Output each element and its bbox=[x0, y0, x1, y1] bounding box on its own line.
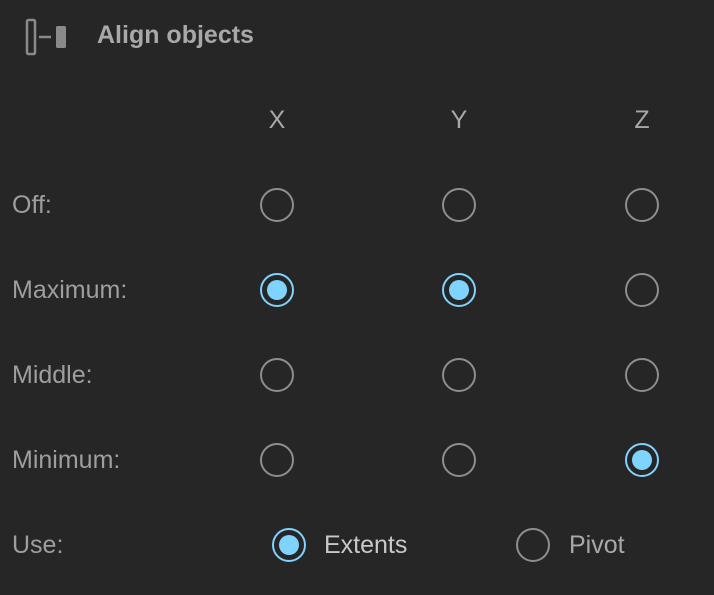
radio-minimum-z[interactable] bbox=[625, 443, 659, 477]
panel-header: Align objects bbox=[0, 0, 714, 72]
use-extents-label[interactable]: Extents bbox=[324, 529, 407, 561]
radio-use-extents[interactable] bbox=[272, 528, 306, 562]
column-header-x: X bbox=[268, 106, 286, 134]
radio-middle-y[interactable] bbox=[442, 358, 476, 392]
radio-minimum-y[interactable] bbox=[442, 443, 476, 477]
row-label-use: Use: bbox=[12, 531, 64, 559]
column-header-z: Z bbox=[634, 106, 650, 134]
column-header-y: Y bbox=[450, 106, 468, 134]
row-label-middle: Middle: bbox=[12, 361, 93, 389]
row-label-off: Off: bbox=[12, 191, 52, 219]
radio-off-z[interactable] bbox=[625, 188, 659, 222]
panel-title: Align objects bbox=[97, 21, 254, 49]
radio-middle-x[interactable] bbox=[260, 358, 294, 392]
radio-minimum-x[interactable] bbox=[260, 443, 294, 477]
use-pivot-label[interactable]: Pivot bbox=[569, 529, 625, 561]
radio-maximum-y[interactable] bbox=[442, 273, 476, 307]
radio-maximum-z[interactable] bbox=[625, 273, 659, 307]
row-label-minimum: Minimum: bbox=[12, 446, 121, 474]
radio-use-pivot[interactable] bbox=[516, 528, 550, 562]
align-objects-panel: Align objects X Y Z Off: Maximum: Middle… bbox=[0, 0, 714, 595]
align-objects-icon bbox=[25, 18, 66, 56]
radio-off-y[interactable] bbox=[442, 188, 476, 222]
row-label-maximum: Maximum: bbox=[12, 276, 128, 304]
radio-middle-z[interactable] bbox=[625, 358, 659, 392]
radio-maximum-x[interactable] bbox=[260, 273, 294, 307]
radio-off-x[interactable] bbox=[260, 188, 294, 222]
